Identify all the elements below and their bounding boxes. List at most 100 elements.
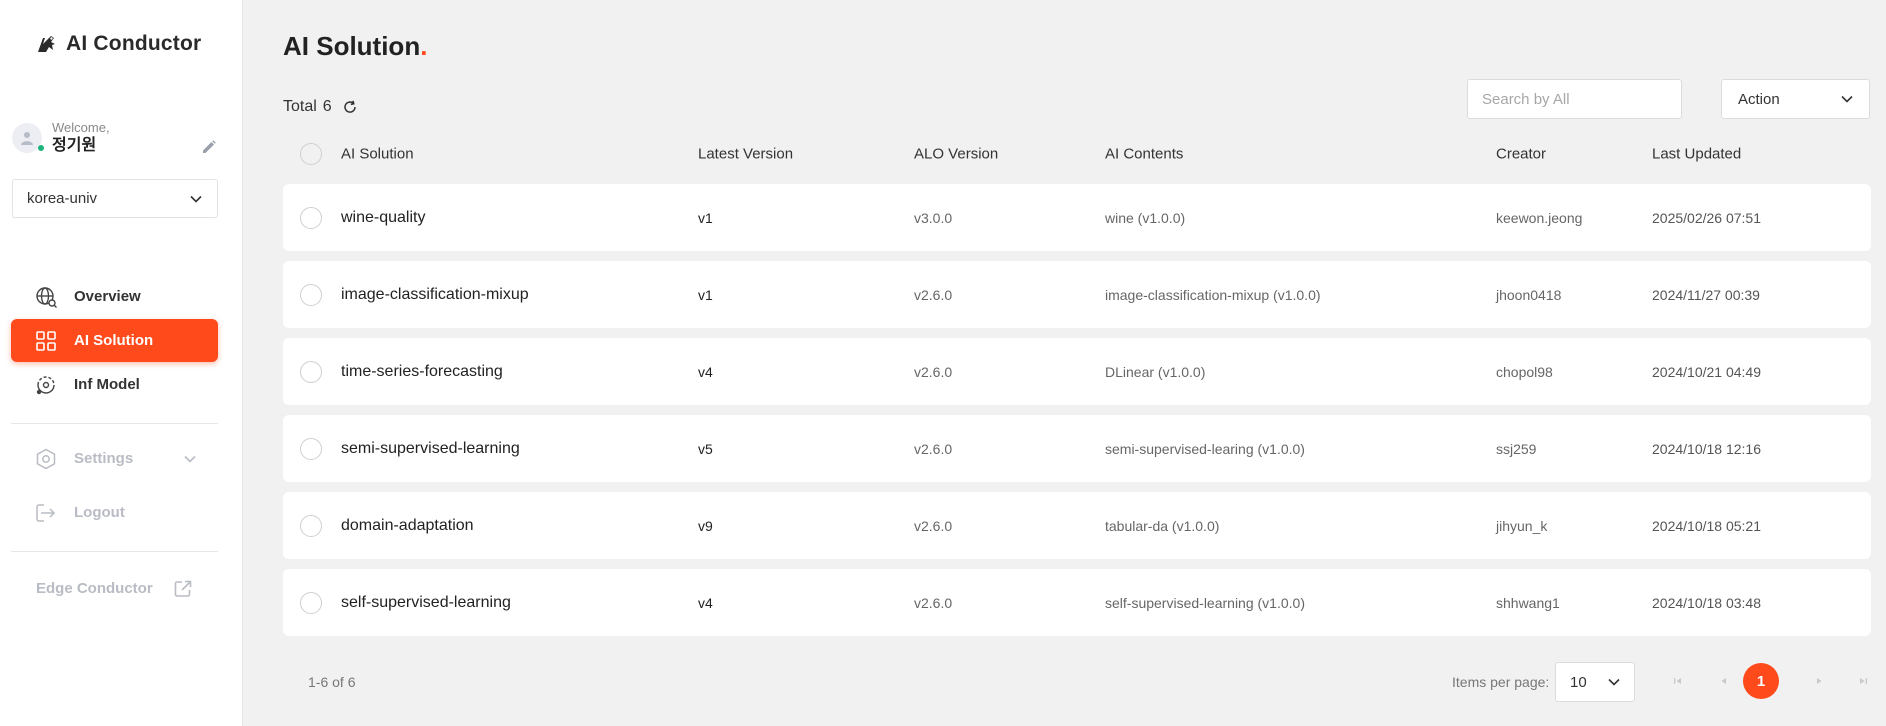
search-box[interactable] [1467,79,1682,119]
nav-ai-solution[interactable]: AI Solution [11,319,218,362]
chevron-down-icon [1841,95,1853,103]
nav-logout[interactable]: Logout [11,491,218,534]
previous-page-button[interactable] [1707,664,1741,698]
items-per-page-label: Items per page: [1452,674,1550,690]
workspace-select[interactable]: korea-univ [12,179,218,218]
cell-alo-version: v2.6.0 [914,440,953,457]
conductor-logo-icon [38,36,55,52]
items-per-page-select[interactable]: 10 [1555,662,1635,702]
row-checkbox[interactable] [300,206,322,229]
globe-search-icon [34,285,58,309]
page-number-current[interactable]: 1 [1743,663,1779,699]
cell-alo-version: v2.6.0 [914,517,953,534]
page-title-dot: . [420,31,428,61]
nav-overview[interactable]: Overview [11,275,218,318]
brand[interactable]: AI Conductor [34,32,201,56]
cell-latest-version: v4 [698,363,713,380]
cell-last-updated: 2024/10/18 03:48 [1652,594,1761,611]
table-row[interactable]: wine-quality v1 v3.0.0 wine (v1.0.0) kee… [283,184,1871,251]
nav-inf-model-label: Inf Model [74,376,140,393]
nav-ai-solution-label: AI Solution [74,332,154,349]
row-checkbox[interactable] [300,360,322,383]
cell-last-updated: 2024/10/18 12:16 [1652,440,1761,457]
chevron-down-icon [1608,678,1620,686]
cell-last-updated: 2025/02/26 07:51 [1652,209,1761,226]
last-page-button[interactable] [1846,664,1880,698]
nav-overview-label: Overview [74,288,141,305]
row-checkbox[interactable] [300,591,322,614]
cell-alo-version: v2.6.0 [914,363,953,380]
nav-settings-label: Settings [74,450,134,467]
model-cycle-icon [34,373,58,397]
chevron-down-icon [190,195,202,203]
column-header-latest-version[interactable]: Latest Version [698,146,793,163]
nav-inf-model[interactable]: Inf Model [11,363,218,406]
cell-latest-version: v9 [698,517,713,534]
cell-ai-solution[interactable]: wine-quality [341,209,425,227]
next-page-button[interactable] [1802,664,1836,698]
main-content: AI Solution. Total 6 Action AI Solution … [243,0,1886,726]
brand-name: AI Conductor [66,32,202,55]
first-page-button[interactable] [1661,664,1695,698]
select-all-checkbox[interactable] [300,143,322,165]
page-title: AI Solution. [283,31,427,62]
cell-last-updated: 2024/10/21 04:49 [1652,363,1761,380]
column-header-creator[interactable]: Creator [1496,146,1546,163]
cell-ai-solution[interactable]: self-supervised-learning [341,594,511,612]
table-body: wine-quality v1 v3.0.0 wine (v1.0.0) kee… [283,184,1871,646]
next-page-icon [1817,678,1822,684]
table-row[interactable]: image-classification-mixup v1 v2.6.0 ima… [283,261,1871,328]
column-header-ai-contents[interactable]: AI Contents [1105,146,1183,163]
cell-ai-contents: image-classification-mixup (v1.0.0) [1105,286,1321,303]
cell-creator: jhoon0418 [1496,286,1562,303]
grid-icon [34,329,58,353]
cell-alo-version: v2.6.0 [914,594,953,611]
online-status-dot [38,145,44,151]
cell-ai-solution[interactable]: image-classification-mixup [341,286,529,304]
cell-ai-solution[interactable]: semi-supervised-learning [341,440,520,458]
user-name: 정기원 [52,137,97,154]
pagination-range: 1-6 of 6 [308,674,356,690]
edit-pencil-icon[interactable] [200,138,218,156]
cell-last-updated: 2024/11/27 00:39 [1652,286,1760,303]
nav-edge-conductor[interactable]: Edge Conductor [11,567,218,610]
column-header-alo-version[interactable]: ALO Version [914,146,998,163]
avatar [12,123,44,153]
search-input[interactable] [1482,90,1681,108]
cell-ai-solution[interactable]: domain-adaptation [341,517,474,535]
first-page-icon [1674,678,1681,684]
nav-logout-label: Logout [74,504,125,521]
user-icon [21,132,33,145]
row-checkbox[interactable] [300,437,322,460]
cell-latest-version: v4 [698,594,713,611]
cell-last-updated: 2024/10/18 05:21 [1652,517,1761,534]
refresh-icon[interactable] [342,99,358,115]
nav-edge-conductor-label: Edge Conductor [36,580,153,597]
table-row[interactable]: domain-adaptation v9 v2.6.0 tabular-da (… [283,492,1871,559]
cell-latest-version: v1 [698,286,713,303]
cell-ai-contents: semi-supervised-learing (v1.0.0) [1105,440,1305,457]
cell-latest-version: v5 [698,440,713,457]
column-header-last-updated[interactable]: Last Updated [1652,146,1741,163]
cell-creator: chopol98 [1496,363,1553,380]
cell-ai-contents: DLinear (v1.0.0) [1105,363,1206,380]
cell-latest-version: v1 [698,209,713,226]
table-header: AI Solution Latest Version ALO Version A… [283,139,1871,169]
cell-ai-solution[interactable]: time-series-forecasting [341,363,503,381]
table-row[interactable]: semi-supervised-learning v5 v2.6.0 semi-… [283,415,1871,482]
cell-alo-version: v2.6.0 [914,286,953,303]
cell-ai-contents: wine (v1.0.0) [1105,209,1186,226]
row-checkbox[interactable] [300,283,322,306]
nav-settings[interactable]: Settings [11,437,218,480]
table-row[interactable]: self-supervised-learning v4 v2.6.0 self-… [283,569,1871,636]
action-dropdown[interactable]: Action [1721,79,1870,119]
sidebar-divider [11,423,218,424]
cell-creator: jihyun_k [1496,517,1548,534]
settings-hex-icon [34,447,58,471]
previous-page-icon [1721,678,1726,684]
workspace-selected: korea-univ [27,190,98,207]
table-row[interactable]: time-series-forecasting v4 v2.6.0 DLinea… [283,338,1871,405]
row-checkbox[interactable] [300,514,322,537]
column-header-ai-solution[interactable]: AI Solution [341,146,414,163]
external-link-icon [174,580,191,597]
